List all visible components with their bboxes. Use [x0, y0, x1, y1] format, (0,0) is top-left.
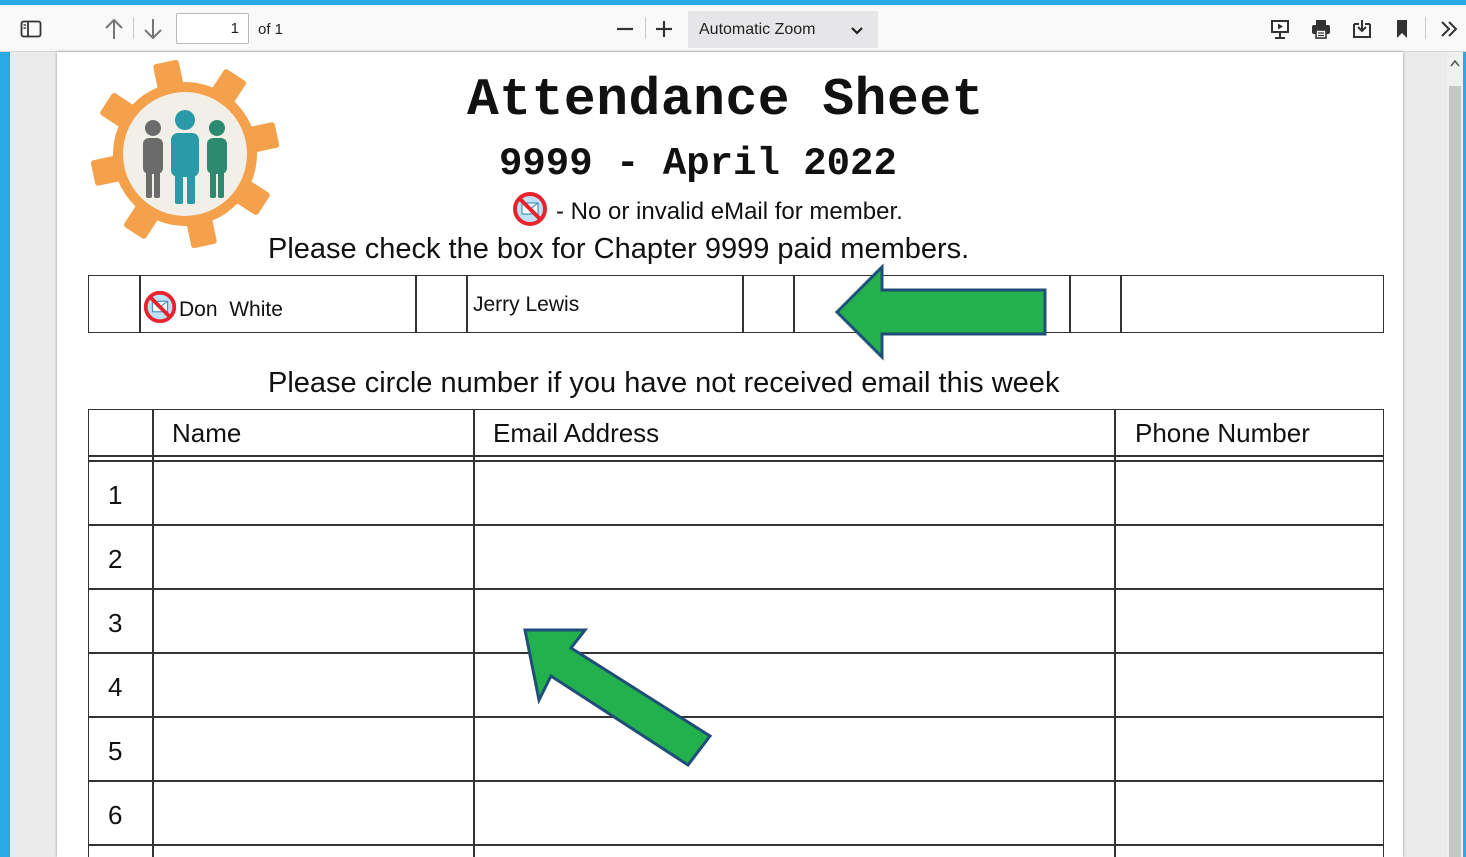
scroll-up-icon[interactable] [1450, 56, 1460, 70]
zoom-out-icon[interactable] [613, 17, 637, 41]
column-header-email: Email Address [493, 418, 660, 448]
member-checkbox[interactable] [416, 276, 466, 332]
row-number: 1 [108, 480, 123, 510]
annotation-arrow-left [834, 263, 1047, 361]
sidebar-toggle-icon[interactable] [18, 17, 44, 41]
member-checkbox[interactable] [89, 276, 139, 332]
arrow-down-icon[interactable] [140, 15, 166, 43]
paid-members-row: Don White Jerry Lewis [88, 275, 1384, 333]
save-icon[interactable] [1349, 17, 1375, 41]
email-instruction: Please circle number if you have not rec… [268, 367, 1060, 399]
page-number-input[interactable]: 1 [176, 13, 249, 44]
row-number: 4 [108, 672, 123, 702]
zoom-in-icon[interactable] [652, 17, 676, 41]
zoom-select[interactable]: Automatic Zoom [688, 11, 878, 48]
tools-chevron-icon[interactable] [1436, 17, 1462, 41]
member-checkbox[interactable] [743, 276, 793, 332]
scrollbar-thumb[interactable] [1449, 86, 1461, 857]
document-title: Attendance Sheet [467, 70, 984, 130]
pdf-page: Attendance Sheet 9999 - April 2022 - No … [57, 52, 1403, 857]
row-number: 2 [108, 544, 123, 574]
row-number: 3 [108, 608, 123, 638]
row-number: 6 [108, 800, 123, 830]
row-number: 5 [108, 736, 123, 766]
zoom-value: Automatic Zoom [699, 21, 816, 38]
member-checkbox[interactable] [1070, 276, 1120, 332]
bookmark-icon[interactable] [1390, 17, 1414, 41]
attendance-table: Name Email Address Phone Number 1 2 3 4 … [88, 409, 1384, 857]
annotation-arrow-diagonal [523, 628, 713, 768]
team-gear-logo [89, 58, 281, 250]
no-email-legend: - No or invalid eMail for member. [510, 191, 903, 232]
presentation-icon[interactable] [1267, 17, 1293, 41]
chevron-down-icon [850, 23, 864, 41]
print-icon[interactable] [1308, 17, 1334, 41]
no-email-icon [141, 288, 179, 332]
vertical-scrollbar[interactable] [1447, 52, 1463, 857]
member-cell: Don White [141, 288, 283, 332]
column-header-name: Name [172, 418, 242, 448]
page-count-label: of 1 [258, 21, 284, 38]
pdf-toolbar: 1 of 1 Automatic Zoom [0, 5, 1466, 52]
member-cell: Jerry Lewis [473, 293, 579, 317]
window-left-edge [0, 52, 10, 857]
document-viewer[interactable]: Attendance Sheet 9999 - April 2022 - No … [0, 52, 1466, 857]
no-email-legend-text: - No or invalid eMail for member. [556, 198, 903, 225]
document-subtitle: 9999 - April 2022 [499, 142, 897, 186]
arrow-up-icon[interactable] [101, 15, 127, 43]
member-name: Don White [179, 298, 283, 321]
column-header-phone: Phone Number [1135, 418, 1310, 448]
member-name: Jerry Lewis [473, 293, 580, 316]
no-email-icon [510, 189, 550, 236]
